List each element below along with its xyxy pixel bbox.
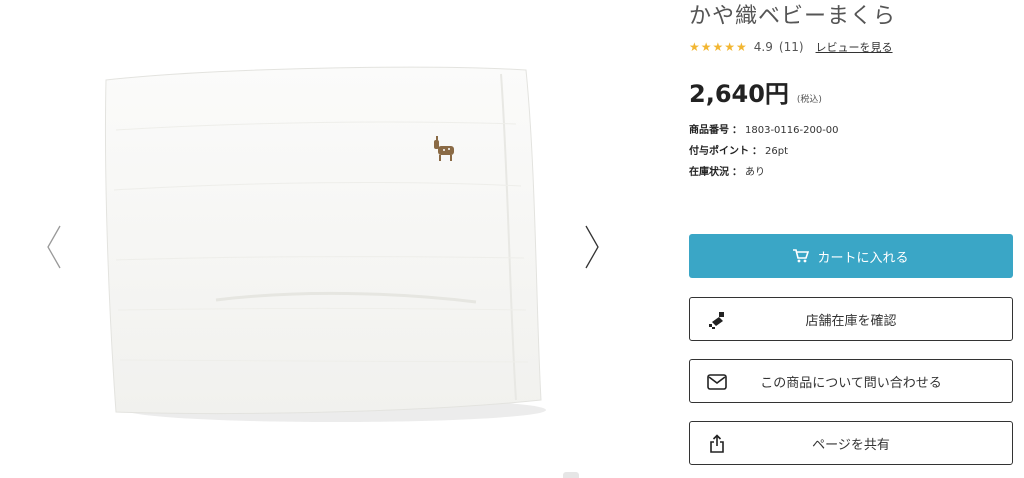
spec-separator: ： <box>732 167 742 178</box>
spec-value: あり <box>745 167 765 178</box>
share-icon <box>706 433 728 455</box>
product-specs: 商品番号： 1803-0116-200-00 付与ポイント： 26pt 在庫状況：あ… <box>689 124 839 187</box>
share-button[interactable]: ページを共有 <box>689 421 1013 465</box>
product-gallery <box>0 0 640 478</box>
review-link[interactable]: レビューを見る <box>816 39 893 55</box>
gallery-next-button[interactable] <box>580 222 604 272</box>
store-stock-label: 店舗在庫を確認 <box>805 313 897 329</box>
rating-stars: ★★★★★ <box>689 40 748 54</box>
price-row: 2,640円 (税込) <box>689 74 822 109</box>
mail-icon <box>706 371 728 393</box>
rating-row: ★★★★★ 4.9 (11) レビューを見る <box>689 38 893 56</box>
cart-icon <box>793 249 810 263</box>
inquiry-label: この商品について問い合わせる <box>760 375 942 391</box>
gallery-prev-button[interactable] <box>42 222 66 272</box>
spec-label: 付与ポイント <box>689 146 749 157</box>
chevron-right-icon <box>585 225 599 269</box>
price: 2,640円 <box>689 80 789 108</box>
add-to-cart-label: カートに入れる <box>817 250 909 266</box>
spec-row: 商品番号： 1803-0116-200-00 <box>689 124 839 145</box>
spec-row: 在庫状況：あり <box>689 166 839 187</box>
product-image <box>104 66 546 422</box>
store-stock-icon <box>706 309 728 331</box>
store-stock-button[interactable]: 店舗在庫を確認 <box>689 297 1013 341</box>
spec-separator: ： <box>752 146 762 157</box>
inquiry-button[interactable]: この商品について問い合わせる <box>689 359 1013 403</box>
spec-value: 1803-0116-200-00 <box>745 125 839 136</box>
review-count: (11) <box>778 40 804 54</box>
add-to-cart-content: カートに入れる <box>793 247 909 266</box>
chevron-left-icon <box>47 225 61 269</box>
slide-indicator[interactable] <box>563 472 579 478</box>
product-title: かや織ベビーまくら <box>689 4 897 29</box>
spec-separator: ： <box>732 125 742 136</box>
tax-note: (税込) <box>796 95 822 105</box>
add-to-cart-button[interactable]: カートに入れる <box>689 234 1013 278</box>
spec-value: 26pt <box>765 146 788 157</box>
spec-label: 在庫状況 <box>689 167 729 178</box>
spec-label: 商品番号 <box>689 125 729 136</box>
spec-row: 付与ポイント： 26pt <box>689 145 839 166</box>
rating-score: 4.9 <box>753 40 773 54</box>
share-label: ページを共有 <box>812 437 890 453</box>
